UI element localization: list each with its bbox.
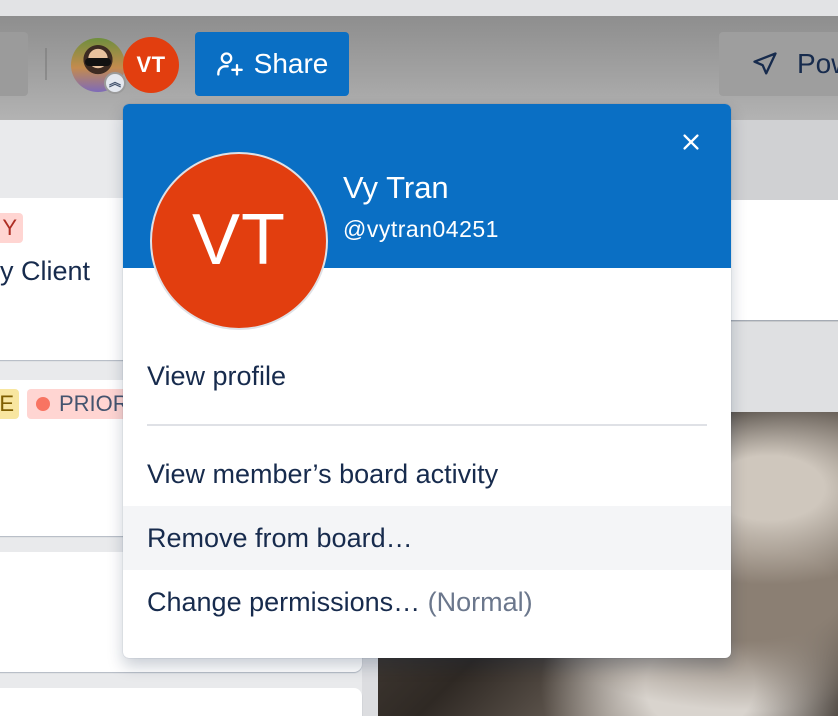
share-button-label: Share — [253, 48, 329, 79]
member-popover: VT Vy Tran @vytran04251 View profile Vie… — [123, 104, 731, 658]
member-name: Vy Tran — [343, 170, 449, 205]
divider — [147, 424, 707, 426]
admin-badge-icon: ︽ — [104, 72, 126, 94]
close-button[interactable] — [673, 124, 709, 160]
header-left-button[interactable]: e — [0, 32, 28, 96]
view-profile-item[interactable]: View profile — [123, 344, 731, 408]
priority-label-text: PRIOR — [59, 391, 129, 416]
member-username: @vytran04251 — [343, 216, 499, 242]
sunglasses-shape — [85, 58, 111, 66]
top-strip — [0, 0, 838, 16]
change-permissions-label: Change permissions… — [147, 587, 421, 617]
power-ups-label: Pow — [797, 48, 838, 79]
close-icon — [683, 134, 699, 150]
change-permissions-item[interactable]: Change permissions… (Normal) — [123, 570, 731, 634]
card[interactable] — [0, 688, 362, 716]
member-avatar-vt[interactable]: VT — [123, 37, 179, 93]
header-divider — [45, 48, 47, 80]
card-title: y Client — [0, 256, 91, 286]
share-button[interactable]: Share — [195, 32, 349, 96]
card-label-priority: PRIOR — [27, 389, 137, 419]
member-avatar-large: VT — [150, 152, 328, 330]
rocket-icon — [753, 52, 777, 75]
add-user-icon — [216, 52, 243, 76]
card-label-yellow: E — [0, 389, 19, 419]
card[interactable] — [720, 200, 838, 320]
remove-from-board-item[interactable]: Remove from board… — [123, 506, 731, 570]
permission-level: (Normal) — [427, 587, 533, 617]
list-column — [720, 322, 838, 412]
card-label-red: Y — [0, 213, 23, 243]
header-left-button-label: e — [0, 49, 1, 79]
view-activity-item[interactable]: View member’s board activity — [123, 442, 731, 506]
priority-dot-icon — [36, 397, 50, 411]
power-ups-button[interactable]: Pow — [719, 32, 838, 96]
